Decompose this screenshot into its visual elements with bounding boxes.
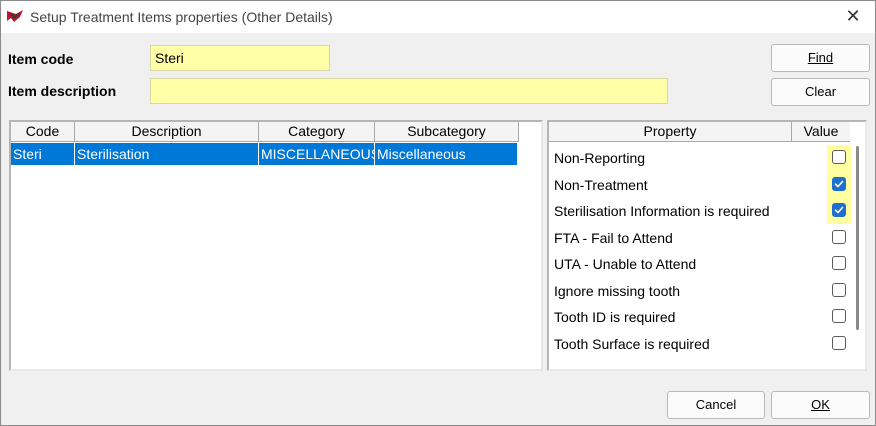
window-title: Setup Treatment Items properties (Other … — [30, 9, 333, 25]
property-name: UTA - Unable to Attend — [554, 256, 697, 272]
column-header-property[interactable]: Property — [549, 122, 792, 142]
property-row[interactable]: Tooth ID is required — [549, 304, 849, 330]
property-row[interactable]: Non-Treatment — [549, 171, 851, 198]
property-value-cell — [827, 198, 851, 224]
row-subcategory: Miscellaneous — [377, 146, 466, 162]
property-checkbox[interactable] — [832, 203, 846, 217]
cancel-button[interactable]: Cancel — [667, 391, 765, 419]
checkmark-icon — [834, 206, 844, 214]
column-header-code[interactable]: Code — [11, 122, 75, 142]
items-grid-header: Code Description Category Subcategory — [11, 122, 519, 142]
column-header-description[interactable]: Description — [75, 122, 259, 142]
properties-scrollbar[interactable] — [855, 146, 861, 330]
property-checkbox[interactable] — [832, 150, 846, 164]
property-row[interactable]: Tooth Surface is required — [549, 331, 849, 357]
find-button-label: Find — [807, 50, 834, 65]
dialog-window: Setup Treatment Items properties (Other … — [0, 0, 876, 426]
property-name: Ignore missing tooth — [554, 282, 681, 299]
property-name: Tooth Surface is required — [554, 335, 710, 352]
item-description-field[interactable] — [150, 78, 668, 104]
properties-grid[interactable]: Property Value Non-Reporting Non-Treatmen… — [547, 120, 867, 371]
clear-button-label: Clear — [804, 84, 837, 99]
cancel-button-label: Cancel — [695, 397, 737, 412]
property-value-cell — [827, 251, 851, 277]
row-code: Steri — [11, 143, 75, 165]
close-icon[interactable]: ✕ — [841, 5, 865, 29]
column-header-subcategory[interactable]: Subcategory — [375, 122, 519, 142]
property-checkbox[interactable] — [832, 309, 846, 323]
ok-button-label: OK — [811, 397, 830, 412]
property-row[interactable]: Ignore missing tooth — [549, 278, 849, 304]
property-value-cell — [827, 278, 851, 304]
properties-grid-header: Property Value — [549, 122, 850, 142]
item-description-label: Item description — [8, 83, 117, 99]
item-code-label: Item code — [8, 51, 74, 67]
table-row[interactable]: Steri Sterilisation MISCELLANEOUS Miscel… — [11, 143, 517, 165]
property-row[interactable]: FTA - Fail to Attend — [549, 225, 849, 251]
column-header-value[interactable]: Value — [792, 122, 850, 142]
property-value-cell — [827, 171, 851, 198]
property-name: FTA - Fail to Attend — [554, 229, 673, 246]
clear-button[interactable]: Clear — [771, 78, 870, 106]
app-logo-icon — [7, 10, 23, 22]
property-checkbox[interactable] — [832, 229, 846, 244]
property-checkbox[interactable] — [832, 282, 846, 297]
property-name: Sterilisation Information is required — [554, 203, 770, 219]
row-category: MISCELLANEOUS — [259, 143, 375, 165]
ok-button[interactable]: OK — [771, 391, 870, 419]
property-name: Non-Treatment — [554, 176, 648, 193]
property-row[interactable]: Non-Reporting — [549, 145, 851, 171]
property-name: Non-Reporting — [554, 150, 646, 166]
property-name: Tooth ID is required — [554, 309, 676, 325]
property-value-cell — [827, 225, 851, 251]
property-value-cell — [827, 331, 851, 357]
property-checkbox[interactable] — [832, 335, 846, 350]
items-grid[interactable]: Code Description Category Subcategory St… — [9, 120, 543, 371]
property-row[interactable]: UTA - Unable to Attend — [549, 251, 849, 277]
find-button[interactable]: Find — [771, 44, 870, 72]
property-value-cell — [827, 304, 851, 330]
property-checkbox[interactable] — [832, 256, 846, 270]
row-description: Sterilisation — [75, 143, 259, 165]
column-header-category[interactable]: Category — [259, 122, 375, 142]
property-value-cell — [827, 145, 851, 171]
property-checkbox[interactable] — [832, 176, 846, 191]
properties-scrollbar-thumb[interactable] — [856, 146, 859, 330]
property-row[interactable]: Sterilisation Information is required — [549, 198, 851, 224]
item-code-field[interactable] — [150, 45, 330, 71]
title-bar[interactable]: Setup Treatment Items properties (Other … — [1, 1, 875, 33]
checkmark-icon — [834, 180, 844, 187]
